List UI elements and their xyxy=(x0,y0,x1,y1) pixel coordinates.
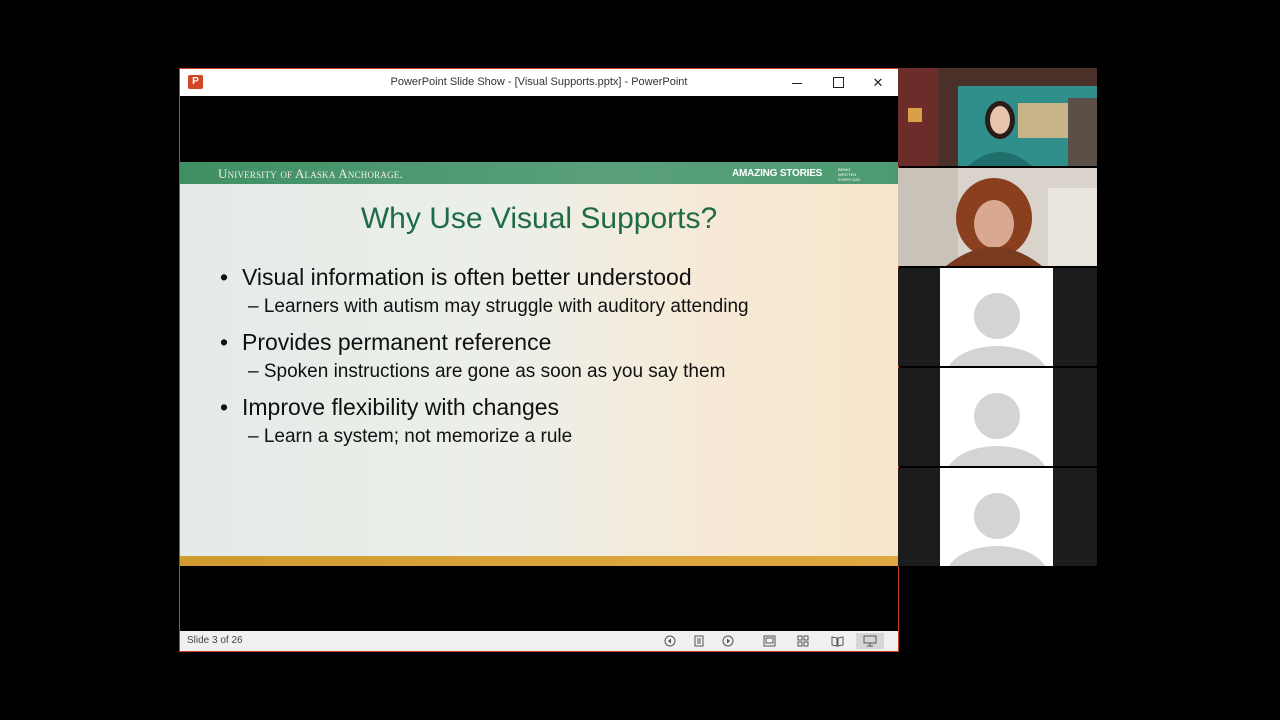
slide-sorter-button[interactable] xyxy=(795,633,811,649)
sub-bullet-item: – Spoken instructions are gone as soon a… xyxy=(248,361,726,382)
slide-header-band: University of Alaska Anchorage. AMAZING … xyxy=(180,162,898,184)
minimize-icon xyxy=(792,83,802,84)
close-icon: ✕ xyxy=(872,74,884,90)
slide-counter: Slide 3 of 26 xyxy=(187,635,243,646)
maximize-button[interactable] xyxy=(818,69,858,96)
video-tile-participant-5[interactable] xyxy=(898,468,1097,566)
next-slide-button[interactable] xyxy=(720,633,736,649)
avatar-head-icon xyxy=(974,393,1020,439)
bullet-text: Improve flexibility with changes xyxy=(242,394,560,420)
video-tile-participant-4[interactable] xyxy=(898,368,1097,466)
maximize-icon xyxy=(832,77,844,88)
participant-video xyxy=(898,68,1097,166)
slide-sorter-icon xyxy=(797,635,808,647)
bullet-item: • Visual information is often better unde… xyxy=(220,262,880,295)
slide-show-icon xyxy=(863,635,877,647)
bullet-icon: • xyxy=(220,394,229,420)
bullet-icon: • xyxy=(220,329,229,355)
bullet-item: • Improve flexibility with changes xyxy=(220,392,880,425)
bullet-icon: • xyxy=(220,264,229,290)
video-tile-participant-2[interactable] xyxy=(898,168,1097,266)
powerpoint-window: P PowerPoint Slide Show - [Visual Suppor… xyxy=(179,68,899,652)
video-tile-participant-3[interactable] xyxy=(898,268,1097,366)
avatar-body-icon xyxy=(946,546,1048,566)
status-bar: Slide 3 of 26 xyxy=(180,631,898,651)
bullet-item: • Provides permanent reference xyxy=(220,327,880,360)
previous-icon xyxy=(664,635,676,647)
slide-footer-band xyxy=(180,556,898,566)
close-button[interactable]: ✕ xyxy=(858,69,898,96)
avatar-body-icon xyxy=(946,346,1048,366)
avatar-placeholder xyxy=(940,468,1053,566)
slide-icon xyxy=(694,635,704,647)
minimize-button[interactable] xyxy=(777,69,817,96)
normal-view-button[interactable] xyxy=(761,633,777,649)
bullet-text: Provides permanent reference xyxy=(242,329,552,355)
video-tile-participant-1[interactable] xyxy=(898,68,1097,166)
title-bar[interactable]: P PowerPoint Slide Show - [Visual Suppor… xyxy=(180,69,898,96)
next-icon xyxy=(722,635,734,647)
participant-video xyxy=(898,168,1097,266)
slide-title: Why Use Visual Supports? xyxy=(360,202,718,235)
sub-bullet-item: – Learn a system; not memorize a rule xyxy=(248,426,573,447)
reading-view-button[interactable] xyxy=(829,633,845,649)
avatar-body-icon xyxy=(946,446,1048,466)
bullet-list: • Visual information is often better unde… xyxy=(220,262,880,457)
slide-show-button[interactable] xyxy=(856,633,884,649)
amazing-stories-logo: AMAZING STORIES xyxy=(732,168,823,179)
slide-view-button[interactable] xyxy=(691,633,707,649)
avatar-placeholder xyxy=(940,368,1053,466)
sub-bullet-item: – Learners with autism may struggle with… xyxy=(248,296,749,317)
avatar-placeholder xyxy=(940,268,1053,366)
reading-view-icon xyxy=(831,636,843,647)
university-logo: University of Alaska Anchorage. xyxy=(218,166,403,181)
normal-view-icon xyxy=(763,635,775,647)
amazing-stories-tagline: BEING WRITTEN EVERY DAY xyxy=(838,167,861,182)
slide-canvas[interactable]: University of Alaska Anchorage. AMAZING … xyxy=(180,162,898,566)
avatar-head-icon xyxy=(974,293,1020,339)
avatar-head-icon xyxy=(974,493,1020,539)
previous-slide-button[interactable] xyxy=(662,633,678,649)
bullet-text: Visual information is often better under… xyxy=(242,264,692,290)
